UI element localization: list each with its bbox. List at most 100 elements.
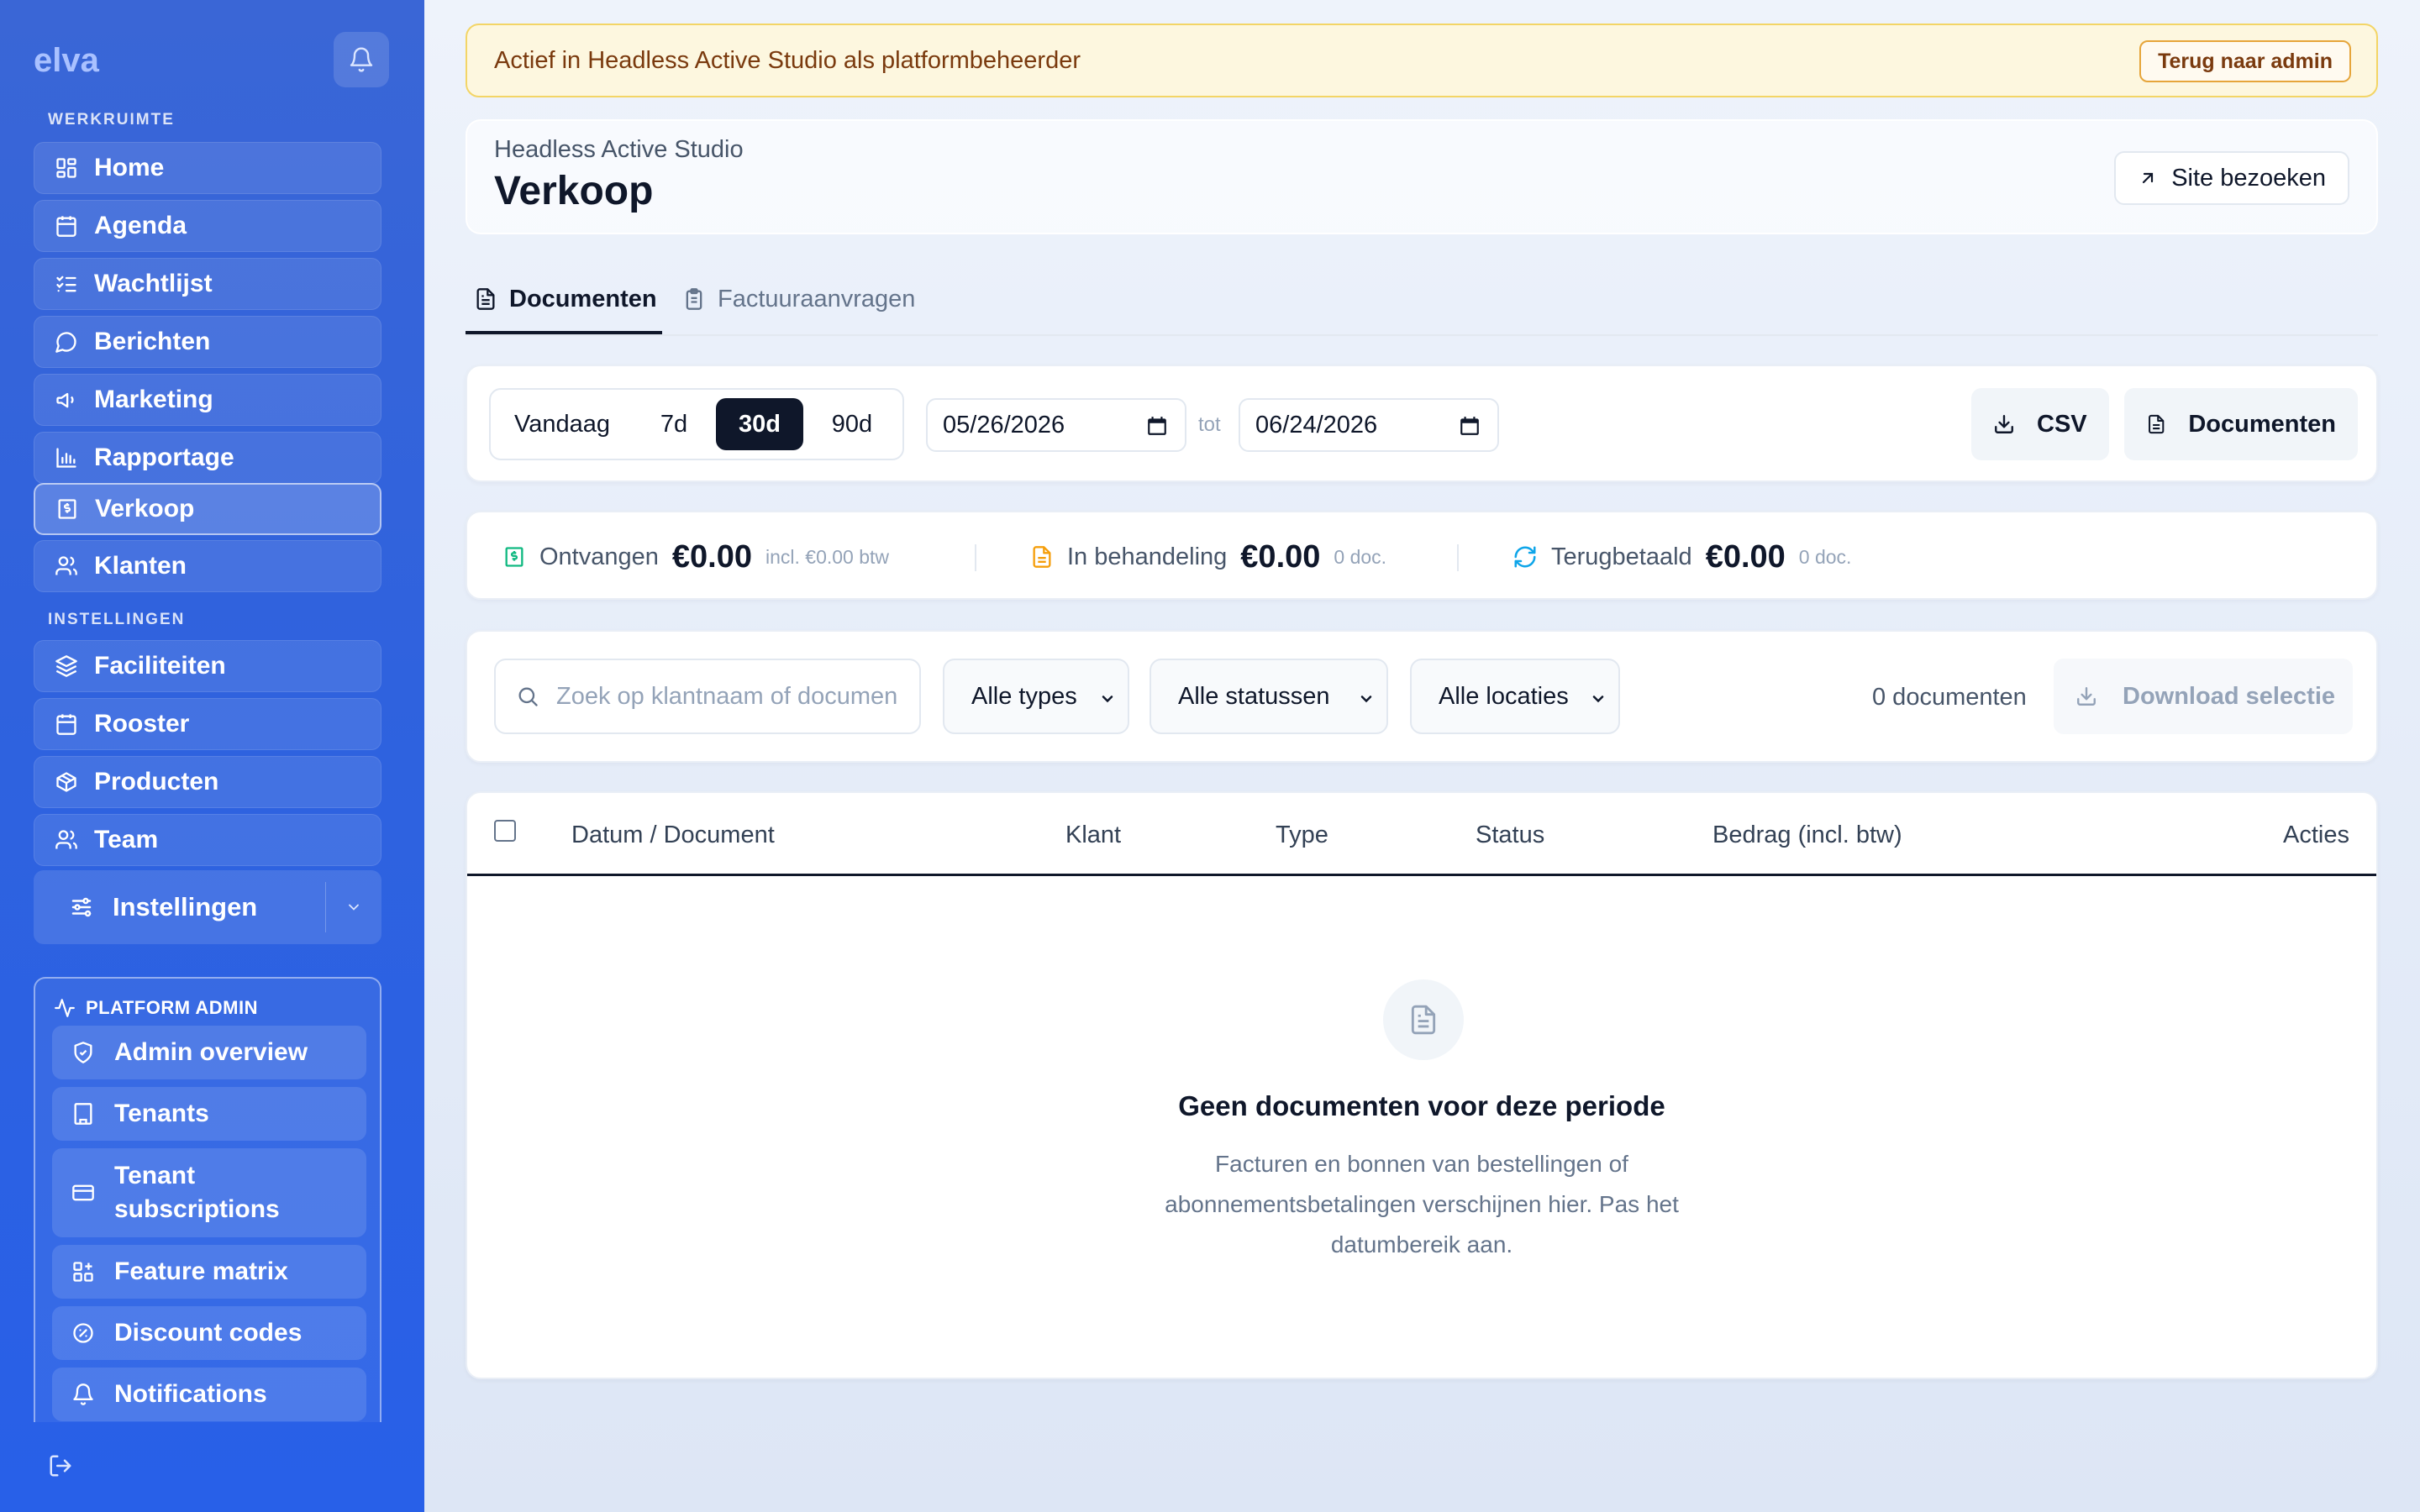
divider [1457,544,1459,571]
sidebar-item-label: Verkoop [95,495,195,522]
brand-logo[interactable]: elva [34,44,114,77]
bell-icon [71,1383,96,1406]
range-30d-button[interactable]: 30d [716,398,803,450]
sidebar-item-label: Instellingen [113,892,258,921]
admin-item-label: Notifications [114,1380,267,1408]
documents-table: Datum / Document Klant Type Status Bedra… [466,791,2378,1379]
column-header-type[interactable]: Type [1276,822,1328,849]
admin-item-notifications[interactable]: Notifications [52,1368,366,1421]
sidebar-item-berichten[interactable]: Berichten [34,316,381,368]
sliders-icon [71,897,92,917]
chevron-down-icon [1099,690,1116,707]
sidebar-item-producten[interactable]: Producten [34,756,381,808]
page-subtitle: Headless Active Studio [494,136,744,163]
shield-icon [71,1041,96,1064]
sidebar-item-team[interactable]: Team [34,814,381,866]
select-all-checkbox[interactable] [494,820,516,842]
filter-bar: Vandaag 7d 30d 90d 05/26/2026 tot 06/24/… [466,365,2378,482]
stat-label: Terugbetaald [1551,543,1692,570]
admin-item-tenants[interactable]: Tenants [52,1087,366,1141]
search-input[interactable]: Zoek op klantnaam of documen [494,659,921,734]
sidebar-item-instellingen[interactable]: Instellingen [34,870,381,944]
stat-label: In behandeling [1067,543,1228,570]
expand-settings-button[interactable] [326,899,381,916]
column-header-date[interactable]: Datum / Document [571,822,775,849]
svg-text:elva: elva [34,44,100,77]
range-today-button[interactable]: Vandaag [499,398,625,450]
to-label: tot [1198,413,1221,436]
logout-icon [50,1455,71,1477]
download-selection-label: Download selectie [2123,682,2336,710]
clipboard-icon [686,288,702,310]
document-icon [1033,546,1051,568]
table-header-divider [467,874,2376,876]
stat-note: 0 doc. [1334,545,1387,568]
admin-item-discount-codes[interactable]: Discount codes [52,1306,366,1360]
empty-state-description: Facturen en bonnen van bestellingen of a… [467,1144,2376,1265]
empty-state-line: abonnementsbetalingen verschijnen hier. … [1165,1191,1679,1217]
visit-site-button[interactable]: Site bezoeken [2114,151,2349,205]
sidebar-item-rapportage[interactable]: Rapportage [34,432,381,484]
admin-item-label: Admin overview [114,1038,308,1066]
type-select-value: Alle types [971,682,1077,710]
sidebar-item-rooster[interactable]: Rooster [34,698,381,750]
admin-item-label: Feature matrix [114,1257,288,1285]
column-header-status[interactable]: Status [1476,822,1544,849]
sidebar-item-home[interactable]: Home [34,142,381,194]
empty-state-title: Geen documenten voor deze periode [1178,1090,1665,1121]
arrow-up-right-icon [2143,172,2154,184]
sidebar-item-label: Wachtlijst [94,270,213,297]
sidebar-item-klanten[interactable]: Klanten [34,540,381,592]
sidebar-item-marketing[interactable]: Marketing [34,374,381,426]
admin-item-tenant-subscriptions[interactable]: Tenant subscriptions [52,1148,366,1237]
stat-note: 0 doc. [1798,545,1852,568]
grid-plus-icon [71,1260,96,1284]
sidebar-item-agenda[interactable]: Agenda [34,200,381,252]
sidebar-item-faciliteiten[interactable]: Faciliteiten [34,640,381,692]
platform-admin-label: PLATFORM ADMIN [86,997,258,1018]
sidebar-item-label: Marketing [94,386,213,413]
tab-factuuraanvragen[interactable]: Factuuraanvragen [682,265,915,333]
logout-button[interactable] [48,1453,73,1478]
range-90d-button[interactable]: 90d [810,398,894,450]
export-csv-button[interactable]: CSV [1971,388,2109,460]
download-icon [2077,687,2096,706]
stat-refunded: Terugbetaald €0.00 0 doc. [1512,512,1851,601]
admin-item-overview[interactable]: Admin overview [52,1026,366,1079]
sidebar-item-label: Team [94,826,159,853]
back-to-admin-button[interactable]: Terug naar admin [2139,40,2351,82]
refresh-icon [1514,546,1536,568]
column-header-amount[interactable]: Bedrag (incl. btw) [1712,822,1902,849]
export-documents-label: Documenten [2188,410,2336,438]
impersonation-banner: Actief in Headless Active Studio als pla… [466,24,2378,97]
notifications-button[interactable] [334,32,389,87]
sidebar-item-label: Producten [94,768,219,795]
download-selection-button[interactable]: Download selectie [2054,659,2353,734]
location-select[interactable]: Alle locaties [1410,659,1620,734]
stat-label: Ontvangen [539,543,659,570]
type-select[interactable]: Alle types [943,659,1129,734]
range-selector: Vandaag 7d 30d 90d [489,388,904,460]
credit-card-icon [71,1181,96,1205]
sidebar-item-verkoop[interactable]: Verkoop [34,483,381,535]
status-select[interactable]: Alle statussen [1150,659,1388,734]
instellingen-link[interactable]: Instellingen [34,892,325,922]
calendar-icon[interactable] [1146,415,1168,437]
sidebar-item-label: Berichten [94,328,211,355]
divider [975,544,976,571]
section-label-settings: INSTELLINGEN [48,611,186,628]
date-to-input[interactable]: 06/24/2026 [1239,398,1499,452]
layers-icon [54,654,79,679]
admin-item-feature-matrix[interactable]: Feature matrix [52,1245,366,1299]
banner-text: Actief in Headless Active Studio als pla… [494,46,1081,74]
platform-admin-panel: PLATFORM ADMIN Admin overview Tenants Te… [34,977,381,1422]
tab-documenten[interactable]: Documenten [466,265,662,334]
date-from-input[interactable]: 05/26/2026 [926,398,1186,452]
range-7d-button[interactable]: 7d [632,398,716,450]
sidebar-item-wachtlijst[interactable]: Wachtlijst [34,258,381,310]
status-select-value: Alle statussen [1178,682,1330,710]
users-icon [54,827,79,853]
export-documents-button[interactable]: Documenten [2124,388,2358,460]
column-header-customer[interactable]: Klant [1065,822,1121,849]
calendar-icon[interactable] [1459,415,1481,437]
